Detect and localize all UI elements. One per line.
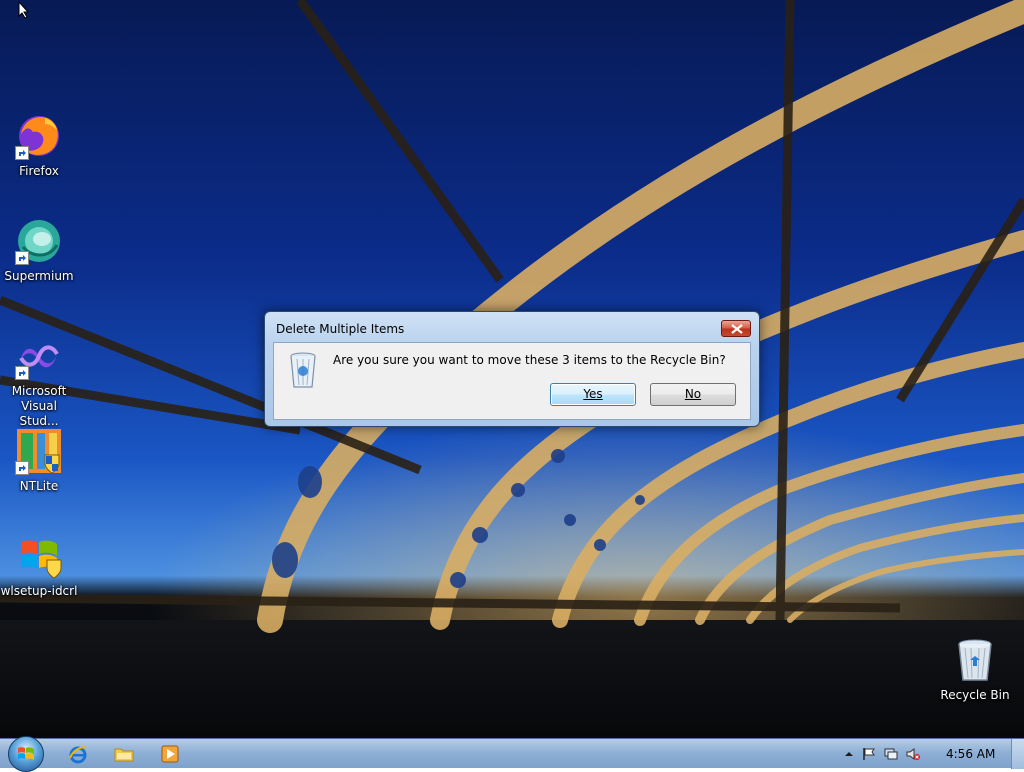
file-explorer-icon[interactable] (114, 744, 134, 764)
notification-area: 4:56 AM (834, 739, 1024, 769)
visual-studio-icon (15, 332, 63, 380)
delete-confirmation-dialog: Delete Multiple Items Are you sure you w… (264, 311, 760, 427)
desktop[interactable]: Firefox Supermium Microsoft Visual Stud.… (0, 0, 1024, 738)
network-icon[interactable] (884, 747, 898, 761)
yes-button[interactable]: Yes (550, 383, 636, 406)
system-clock[interactable]: 4:56 AM (946, 747, 995, 761)
action-center-flag-icon[interactable] (862, 747, 876, 761)
close-icon (731, 324, 743, 334)
volume-muted-icon[interactable] (906, 747, 920, 761)
desktop-icon-label: Microsoft Visual Stud... (11, 384, 67, 428)
dialog-content: Are you sure you want to move these 3 it… (273, 342, 751, 420)
dialog-title: Delete Multiple Items (276, 322, 405, 336)
ntlite-icon (15, 427, 63, 475)
desktop-icon-firefox[interactable]: Firefox (0, 112, 78, 179)
desktop-icon-recycle-bin[interactable]: Recycle Bin (936, 636, 1014, 703)
desktop-icon-supermium[interactable]: Supermium (0, 217, 78, 284)
supermium-icon (15, 217, 63, 265)
windows-logo-icon (18, 747, 34, 760)
desktop-icon-label: wlsetup-idcrl (0, 584, 78, 598)
start-button[interactable] (8, 736, 44, 772)
desktop-icon-label: Supermium (4, 269, 74, 283)
media-player-icon[interactable] (160, 744, 180, 764)
desktop-icon-visual-studio[interactable]: Microsoft Visual Stud... (0, 332, 78, 429)
firefox-icon (15, 112, 63, 160)
taskbar: 4:56 AM (0, 736, 1024, 772)
show-desktop-button[interactable] (1011, 739, 1024, 769)
desktop-icon-wlsetup[interactable]: wlsetup-idcrl (0, 532, 78, 599)
desktop-icon-label: Firefox (19, 164, 59, 178)
windows-installer-icon (15, 532, 63, 580)
desktop-icon-ntlite[interactable]: NTLite (0, 427, 78, 494)
internet-explorer-icon[interactable] (68, 744, 88, 764)
no-button[interactable]: No (650, 383, 736, 406)
desktop-icon-label: Recycle Bin (940, 688, 1010, 702)
close-button[interactable] (721, 320, 751, 337)
show-hidden-icons-icon[interactable] (842, 747, 856, 761)
desktop-icon-label: NTLite (19, 479, 59, 493)
dialog-message: Are you sure you want to move these 3 it… (333, 353, 726, 367)
mouse-cursor-icon (18, 1, 30, 19)
recycle-bin-icon (951, 636, 999, 684)
recycle-bin-icon (290, 352, 316, 388)
